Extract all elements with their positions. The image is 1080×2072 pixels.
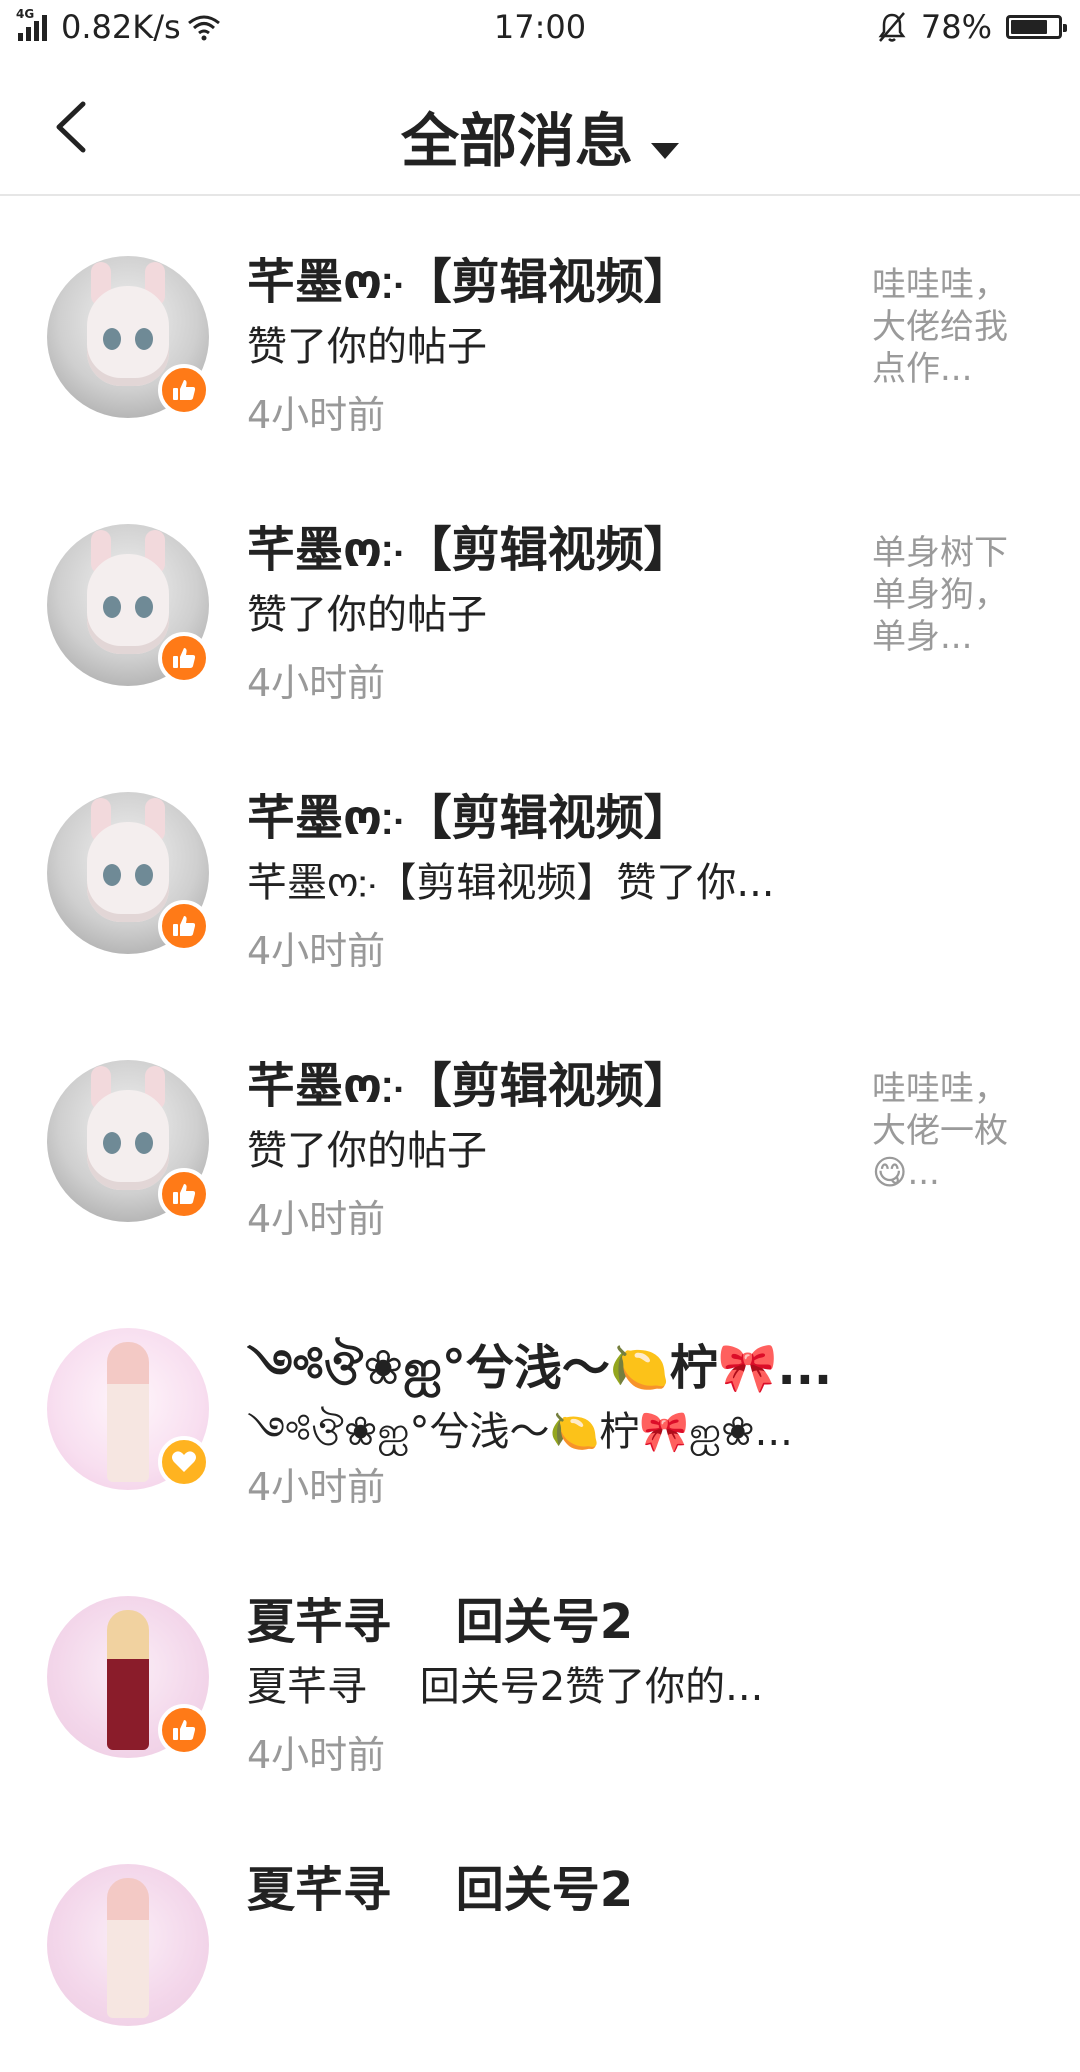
sender-name: 芊墨ო჻【剪辑视频】 [247, 1058, 692, 1114]
page-title: 全部消息 [400, 107, 633, 175]
status-right: 78% [877, 8, 1067, 46]
sender-name: 芊墨ო჻【剪辑视频】 [247, 522, 692, 578]
sender-name: 夏芊寻 回关号2 [247, 1862, 634, 1918]
timestamp: 4小时前 [247, 661, 386, 705]
battery-fill [1011, 20, 1047, 34]
message-text: 赞了你的帖子 [247, 592, 487, 638]
timestamp: 4小时前 [247, 929, 386, 973]
timestamp: 4小时前 [247, 1733, 386, 1777]
status-bar: 4G 0.82K/s 17:00 78% [0, 0, 1080, 56]
avatar[interactable] [47, 1864, 209, 2026]
list-item[interactable]: 芊墨ო჻【剪辑视频】 芊墨ო჻【剪辑视频】赞了你... 4小时前 [0, 732, 1080, 1000]
thumbs-up-icon [158, 900, 210, 952]
list-item[interactable]: 夏芊寻 回关号2 [0, 1804, 1080, 2072]
message-text: 赞了你的帖子 [247, 324, 487, 370]
message-filter-dropdown[interactable]: 全部消息 [0, 94, 1080, 178]
heart-icon [158, 1436, 210, 1488]
message-text: 夏芊寻 回关号2赞了你的... [247, 1664, 764, 1710]
sender-name: 芊墨ო჻【剪辑视频】 [247, 790, 692, 846]
timestamp: 4小时前 [247, 1197, 386, 1241]
thumbs-up-icon [158, 632, 210, 684]
message-text: 赞了你的帖子 [247, 1128, 487, 1174]
post-preview[interactable]: 哇哇哇，大佬给我点作... [872, 264, 1022, 390]
list-item[interactable]: 芊墨ო჻【剪辑视频】 赞了你的帖子 4小时前 单身树下单身狗，单身... [0, 464, 1080, 732]
list-item[interactable]: ༺ঔ❀ஐ°兮浅～🍋柠🎀... ༺ঔ❀ஐ°兮浅～🍋柠🎀ஐ❀... 4小时前 [0, 1268, 1080, 1536]
post-preview[interactable]: 单身树下单身狗，单身... [872, 532, 1022, 658]
header: 全部消息 [0, 56, 1080, 196]
timestamp: 4小时前 [247, 393, 386, 437]
thumbs-up-icon [158, 1168, 210, 1220]
message-text: 芊墨ო჻【剪辑视频】赞了你... [247, 860, 775, 906]
message-list: 芊墨ო჻【剪辑视频】 赞了你的帖子 4小时前 哇哇哇，大佬给我点作... 芊墨ო… [0, 196, 1080, 2072]
thumbs-up-icon [158, 1704, 210, 1756]
battery-percent: 78% [920, 8, 992, 46]
sender-name: 夏芊寻 回关号2 [247, 1594, 634, 1650]
timestamp: 4小时前 [247, 1465, 386, 1509]
list-item[interactable]: 芊墨ო჻【剪辑视频】 赞了你的帖子 4小时前 哇哇哇，大佬一枚😋... [0, 1000, 1080, 1268]
post-preview[interactable]: 哇哇哇，大佬一枚😋... [872, 1068, 1022, 1194]
list-item[interactable]: 芊墨ო჻【剪辑视频】 赞了你的帖子 4小时前 哇哇哇，大佬给我点作... [0, 196, 1080, 464]
bell-muted-icon [878, 12, 906, 42]
battery-icon [1006, 15, 1067, 39]
list-item[interactable]: 夏芊寻 回关号2 夏芊寻 回关号2赞了你的... 4小时前 [0, 1536, 1080, 1804]
sender-name: 芊墨ო჻【剪辑视频】 [247, 254, 692, 310]
thumbs-up-icon [158, 364, 210, 416]
caret-down-icon [651, 142, 679, 159]
